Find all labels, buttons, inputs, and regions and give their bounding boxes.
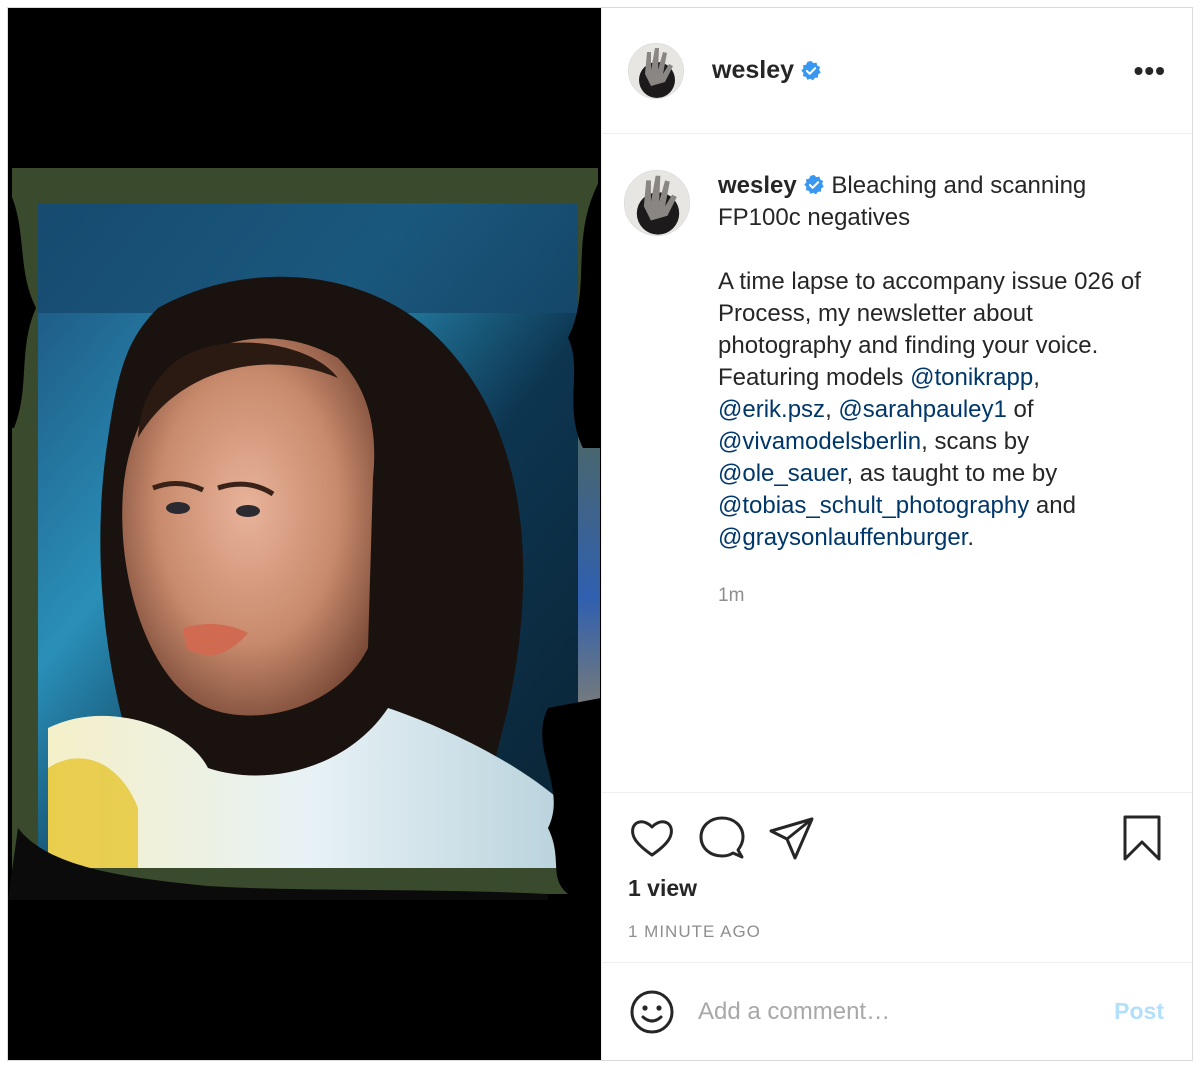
view-count[interactable]: 1 view [628,875,1166,902]
mention-link[interactable]: @tobias_schult_photography [718,492,1029,519]
portrait-photo [8,8,601,1060]
caption-body: wesley Bleaching and scanning FP100c neg… [718,170,1162,792]
more-options-button[interactable]: ••• [1130,53,1170,89]
verified-badge-icon [801,60,821,80]
post-timestamp[interactable]: 1 MINUTE AGO [628,922,1166,942]
mention-link[interactable]: @ole_sauer [718,460,846,487]
caption-separator: , [825,396,839,423]
caption-avatar[interactable] [624,170,690,236]
avatar[interactable] [628,42,684,99]
comment-bar: Post [602,962,1192,1060]
mention-link[interactable]: @tonikrapp [910,364,1033,391]
paper-plane-icon[interactable] [768,814,816,862]
bookmark-icon[interactable] [1118,814,1166,862]
heart-icon[interactable] [628,814,676,862]
avatar-image [629,43,683,98]
mention-link[interactable]: @graysonlauffenburger [718,524,967,551]
caption-separator: , as taught to me by [846,460,1058,487]
post-comment-button[interactable]: Post [1114,998,1164,1025]
post-sidebar: wesley ••• wesley Bleaching and scanning… [601,8,1192,1060]
post-photo[interactable] [8,8,601,1060]
caption-separator: , [1033,364,1040,391]
verified-badge-icon [804,174,824,195]
header-username[interactable]: wesley [712,56,794,85]
avatar-image [625,171,689,235]
comment-input[interactable] [698,997,1115,1026]
mention-link[interactable]: @sarahpauley1 [838,396,1006,423]
smiley-icon[interactable] [628,988,676,1036]
caption-separator: , scans by [921,428,1030,455]
post-header: wesley ••• [602,8,1192,134]
caption-separator: of [1013,396,1034,423]
mention-link[interactable]: @erik.psz [718,396,825,423]
caption-username[interactable]: wesley [718,172,797,199]
caption-separator: and [1035,492,1076,519]
caption-section: wesley Bleaching and scanning FP100c neg… [602,134,1192,792]
caption-end: . [967,524,975,551]
action-bar [628,813,1166,863]
caption-text: A time lapse to accompany issue 026 of P… [718,266,1162,554]
actions-section: 1 view 1 MINUTE AGO [602,792,1192,962]
caption-time[interactable]: 1m [718,580,1162,612]
instagram-post: wesley ••• wesley Bleaching and scanning… [7,7,1193,1061]
caption-headline: wesley Bleaching and scanning FP100c neg… [718,170,1162,234]
comment-bubble-icon[interactable] [698,814,746,862]
mention-link[interactable]: @vivamodelsberlin [718,428,921,455]
